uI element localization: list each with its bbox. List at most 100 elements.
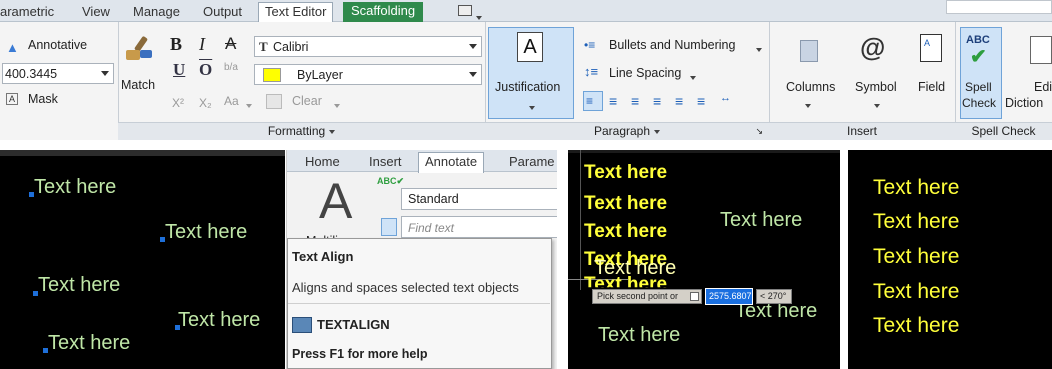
justification-button[interactable]: A Justification: [488, 27, 574, 119]
stack-button[interactable]: b/a: [224, 62, 238, 73]
angle-value: < 270°: [760, 291, 787, 301]
bold-button[interactable]: B: [170, 34, 182, 55]
tab-view[interactable]: View: [82, 3, 110, 22]
line-spacing-button[interactable]: Line Spacing: [609, 66, 681, 80]
justification-icon: A: [517, 32, 543, 62]
tooltip-title: Text Align: [292, 249, 354, 264]
chevron-down-icon: [469, 72, 477, 77]
chevron-down-icon[interactable]: [246, 98, 252, 112]
dialog-launcher-icon[interactable]: ↘: [755, 123, 763, 140]
menu-tab-bar: Home Insert Annotate Parame: [287, 150, 557, 173]
text-object[interactable]: Text here: [584, 221, 667, 243]
tab-annotate[interactable]: Annotate: [418, 152, 485, 173]
tab-manage[interactable]: Manage: [133, 3, 180, 22]
clear-button[interactable]: Clear: [292, 94, 322, 108]
text-object[interactable]: Text here: [598, 324, 680, 347]
underline-button[interactable]: U: [173, 60, 185, 80]
align-center-icon[interactable]: ≡: [631, 93, 639, 109]
drawing-canvas-aligning[interactable]: Text here Text here Text here Text here …: [568, 150, 840, 369]
chevron-down-icon[interactable]: [805, 98, 811, 112]
spell-panel-footer[interactable]: Spell Check: [955, 122, 1052, 140]
text-object[interactable]: Text here: [873, 245, 959, 269]
annotate-ribbon-tooltip: Home Insert Annotate Parame A Multiline …: [286, 150, 557, 369]
search-box[interactable]: [946, 0, 1052, 14]
font-combo[interactable]: T Calibri: [254, 36, 482, 57]
bullets-button[interactable]: Bullets and Numbering: [609, 38, 735, 52]
superscript-button[interactable]: X²: [172, 96, 184, 110]
angle-input[interactable]: < 270°: [756, 289, 792, 304]
panel-toggle-icon[interactable]: [458, 5, 472, 16]
drawing-canvas-aligned[interactable]: Text here Text here Text here Text here …: [848, 150, 1052, 369]
tab-home[interactable]: Home: [305, 153, 340, 172]
paragraph-panel-footer[interactable]: Paragraph ↘: [485, 122, 769, 140]
text-object[interactable]: Text here: [34, 176, 116, 199]
chevron-down-icon[interactable]: [690, 70, 696, 84]
text-object[interactable]: Text here: [165, 221, 247, 244]
change-case-button[interactable]: Aa: [224, 94, 239, 108]
chevron-down-icon[interactable]: [874, 98, 880, 112]
formatting-footer-label: Formatting: [267, 124, 326, 138]
align-justify-icon[interactable]: ≡: [675, 93, 683, 109]
drawing-canvas-unaligned[interactable]: Text here Text here Text here Text here …: [0, 150, 285, 369]
symbol-button[interactable]: Symbol: [855, 80, 897, 94]
insert-panel-footer[interactable]: Insert: [769, 122, 955, 140]
distance-value: 2575.6807: [709, 291, 752, 301]
subscript-button[interactable]: X₂: [199, 96, 212, 110]
command-name: TEXTALIGN: [317, 317, 390, 332]
field-icon: A: [920, 34, 942, 62]
find-text-input[interactable]: Find text: [401, 216, 557, 238]
tab-parametric[interactable]: Parame: [509, 153, 555, 172]
italic-button[interactable]: I: [199, 34, 205, 55]
find-text-placeholder: Find text: [408, 221, 455, 235]
align-distribute-icon[interactable]: ≡: [697, 93, 705, 109]
truetype-icon: T: [259, 39, 268, 54]
text-object[interactable]: Text here: [584, 162, 667, 184]
spell-footer-label: Spell Check: [971, 124, 1036, 138]
overline-button[interactable]: O: [199, 60, 212, 80]
tab-parametric[interactable]: arametric: [0, 3, 54, 22]
columns-button[interactable]: Columns: [786, 80, 835, 94]
tooltip-description: Aligns and spaces selected text objects: [292, 280, 519, 295]
mask-icon: A: [6, 93, 18, 105]
text-object[interactable]: Text here: [873, 314, 959, 338]
options-arrow-icon[interactable]: [690, 292, 699, 301]
align-left-icon[interactable]: ≡: [609, 93, 617, 109]
distance-input[interactable]: 2575.6807: [705, 288, 753, 305]
mask-button[interactable]: Mask: [28, 92, 58, 106]
text-object[interactable]: Text here: [873, 210, 959, 234]
text-object[interactable]: Text here: [178, 309, 260, 332]
color-combo[interactable]: ByLayer: [254, 64, 482, 85]
strikethrough-button[interactable]: A: [225, 34, 236, 54]
text-object[interactable]: Text here: [48, 332, 130, 355]
spell-check-button[interactable]: ABC ✔ Spell Check: [960, 27, 1002, 119]
align-right-icon[interactable]: ≡: [653, 93, 661, 109]
formatting-panel-footer[interactable]: Formatting: [118, 122, 485, 140]
match-button-label[interactable]: Match: [121, 78, 155, 92]
tab-output[interactable]: Output: [203, 3, 242, 22]
text-object[interactable]: Text here: [720, 209, 802, 232]
text-style-value: Standard: [408, 192, 459, 206]
text-object[interactable]: Text here: [873, 280, 959, 304]
text-style-combo[interactable]: Standard: [401, 188, 557, 210]
field-button[interactable]: Field: [918, 80, 945, 94]
text-object[interactable]: Text here: [584, 193, 667, 215]
justification-label: Justification: [495, 80, 561, 94]
text-align-icon[interactable]: [381, 218, 397, 236]
chevron-down-icon[interactable]: [756, 42, 762, 56]
dictionaries-label[interactable]: Diction: [1005, 96, 1043, 110]
tab-text-editor[interactable]: Text Editor: [258, 2, 334, 23]
text-object[interactable]: Text here: [38, 274, 120, 297]
text-height-combo[interactable]: 400.3445: [2, 63, 114, 84]
edit-dictionaries-label[interactable]: Edi: [1034, 80, 1052, 94]
insert-footer-label: Insert: [846, 124, 877, 138]
combine-paragraphs-icon[interactable]: ↔: [720, 92, 731, 104]
annotative-button[interactable]: Annotative: [28, 38, 87, 52]
match-properties-icon[interactable]: [124, 34, 156, 74]
color-value: ByLayer: [297, 68, 343, 82]
chevron-down-icon[interactable]: [334, 98, 340, 112]
alignment-guide: [580, 150, 581, 290]
text-object[interactable]: Text here: [873, 176, 959, 200]
columns-icon: [800, 40, 818, 62]
tab-scaffolding[interactable]: Scaffolding: [343, 2, 424, 23]
tab-insert[interactable]: Insert: [369, 153, 402, 172]
